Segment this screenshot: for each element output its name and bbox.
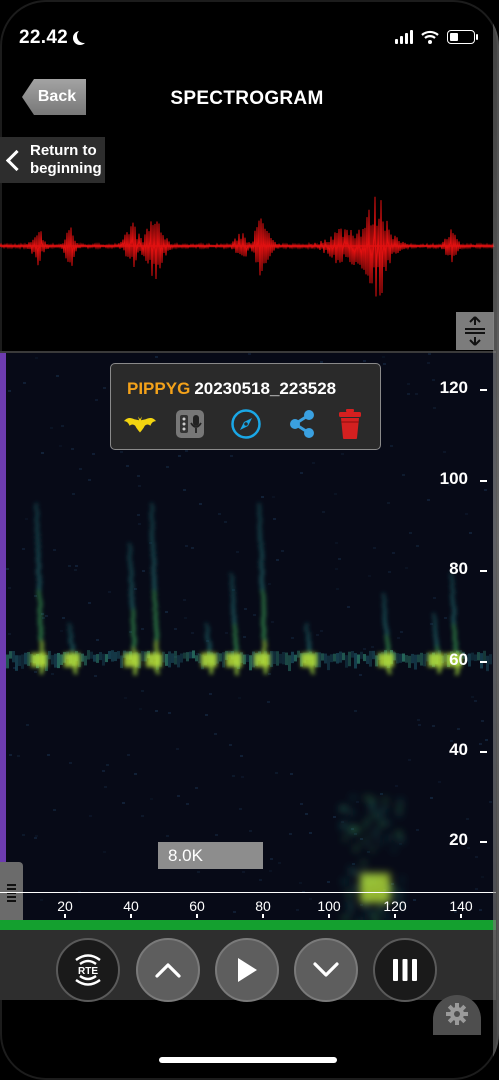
- play-button[interactable]: [215, 938, 279, 1002]
- species-code: PIPPYG: [127, 379, 191, 398]
- x-axis-tick: [196, 914, 198, 918]
- return-to-beginning-button[interactable]: Return to beginning: [0, 137, 105, 183]
- x-axis-tick: [460, 914, 462, 918]
- vertical-resize-icon: [465, 316, 485, 346]
- y-axis-label: 100: [439, 469, 468, 488]
- rte-button[interactable]: RTE: [56, 938, 120, 1002]
- popup-title: PIPPYG 20230518_223528: [127, 379, 336, 399]
- moon-icon: [77, 29, 91, 43]
- x-axis-label: 40: [123, 898, 139, 914]
- y-axis-label: 80: [449, 559, 468, 578]
- rte-icon: RTE: [75, 954, 101, 986]
- time-axis: [0, 892, 496, 893]
- x-axis-tick: [262, 914, 264, 918]
- recording-file-id: 20230518_223528: [194, 379, 337, 398]
- trash-icon[interactable]: [333, 407, 367, 441]
- y-axis-tick: [480, 751, 487, 753]
- gear-icon: [446, 1003, 468, 1025]
- y-axis-label: 120: [439, 378, 468, 397]
- status-time: 22.42: [19, 27, 69, 48]
- return-label-line1: Return to: [30, 142, 97, 159]
- device-frame-edge: [493, 0, 499, 1080]
- x-axis-label: 20: [57, 898, 73, 914]
- x-axis-label: 80: [255, 898, 271, 914]
- battery-icon: [447, 30, 478, 44]
- sample-rate-label: 8.0K: [158, 842, 263, 869]
- home-indicator: [159, 1057, 337, 1063]
- playback-progress-bar[interactable]: [0, 920, 496, 930]
- y-axis-label: 40: [449, 740, 468, 759]
- recorder-icon[interactable]: [173, 407, 207, 441]
- x-axis-tick: [394, 914, 396, 918]
- y-axis-tick: [480, 480, 487, 482]
- wifi-icon: [421, 30, 439, 44]
- bat-icon[interactable]: [123, 407, 157, 441]
- x-axis-tick: [328, 914, 330, 918]
- vertical-resize-button[interactable]: [456, 312, 494, 350]
- pause-button[interactable]: [373, 938, 437, 1002]
- clock: 22.42: [19, 27, 87, 49]
- rte-label: RTE: [78, 966, 98, 977]
- y-axis-label: 60: [449, 650, 468, 669]
- compass-icon[interactable]: [229, 407, 263, 441]
- y-axis-tick: [480, 661, 487, 663]
- scroll-down-button[interactable]: [294, 938, 358, 1002]
- selection-marker: [0, 353, 6, 870]
- share-icon[interactable]: [285, 407, 319, 441]
- status-bar: 22.42: [0, 0, 499, 70]
- drag-handle-icon[interactable]: [0, 862, 23, 924]
- x-axis-label: 100: [317, 898, 341, 914]
- up-chevron-icon: [155, 963, 181, 978]
- status-icons: [395, 30, 478, 44]
- recording-info-popup: PIPPYG 20230518_223528: [110, 363, 381, 450]
- scroll-up-button[interactable]: [136, 938, 200, 1002]
- return-label-line2: beginning: [30, 160, 102, 177]
- y-axis-label: 20: [449, 830, 468, 849]
- x-axis-tick: [64, 914, 66, 918]
- x-axis-label: 120: [383, 898, 407, 914]
- pause-bars-icon: [393, 959, 417, 981]
- y-axis-tick: [480, 570, 487, 572]
- settings-button[interactable]: [433, 995, 481, 1035]
- down-chevron-icon: [313, 962, 339, 977]
- waveform-display[interactable]: [0, 186, 496, 306]
- y-axis-tick: [480, 389, 487, 391]
- signal-icon: [395, 30, 413, 44]
- play-icon: [238, 958, 257, 982]
- device-screen: 22.42 Back SPECTROGRAM Return to beginni…: [0, 0, 499, 1080]
- y-axis-tick: [480, 841, 487, 843]
- page-title: SPECTROGRAM: [170, 88, 324, 109]
- x-axis-tick: [130, 914, 132, 918]
- chevron-left-icon: [5, 149, 28, 171]
- x-axis-label: 60: [189, 898, 205, 914]
- x-axis-label: 140: [449, 898, 473, 914]
